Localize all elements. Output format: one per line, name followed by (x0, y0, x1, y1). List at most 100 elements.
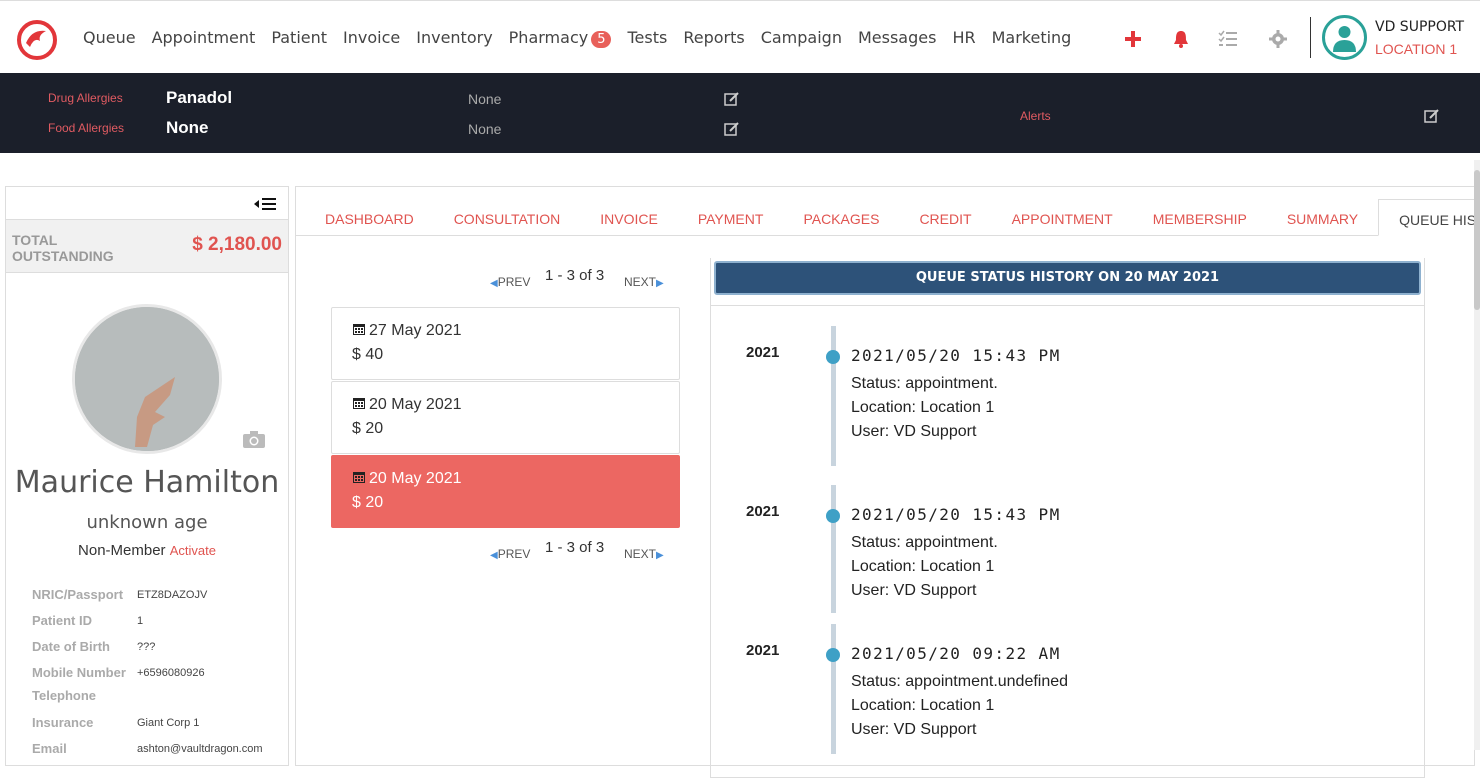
tab-dashboard[interactable]: DASHBOARD (296, 199, 434, 236)
caret-right-icon: ▶ (656, 550, 664, 561)
edit-icon[interactable] (724, 91, 740, 107)
nav-appointment[interactable]: Appointment (152, 28, 256, 48)
timeline-location: Location: Location 1 (851, 399, 995, 416)
main-nav: Queue Appointment Patient Invoice Invent… (83, 28, 1087, 48)
tab-payment[interactable]: PAYMENT (678, 199, 784, 236)
tab-invoice[interactable]: INVOICE (580, 199, 678, 236)
visit-date-text: 27 May 2021 (369, 322, 462, 339)
tab-queue-history[interactable]: QUEUE HISTORY (1378, 199, 1480, 236)
tab-credit[interactable]: CREDIT (899, 199, 991, 236)
nav-invoice[interactable]: Invoice (343, 28, 400, 48)
clinic-logo-icon[interactable] (16, 19, 58, 61)
calendar-icon (353, 324, 365, 335)
top-navbar: Queue Appointment Patient Invoice Invent… (0, 0, 1480, 73)
pager-range: 1 - 3 of 3 (545, 267, 605, 284)
nav-marketing[interactable]: Marketing (992, 28, 1072, 48)
visit-date-text: 20 May 2021 (369, 396, 462, 413)
caret-right-icon: ▶ (656, 278, 664, 289)
nav-tests[interactable]: Tests (627, 28, 667, 48)
allergy-bar: Drug Allergies Panadol None Food Allergi… (0, 73, 1480, 153)
user-name[interactable]: VD SUPPORT (1375, 19, 1464, 35)
nav-messages[interactable]: Messages (858, 28, 936, 48)
visit-entry-selected[interactable]: 20 May 2021 $ 20 (331, 455, 680, 528)
activate-link[interactable]: Activate (170, 543, 216, 558)
timeline-time: 2021/05/20 15:43 PM (851, 505, 1061, 524)
doctor-icon (1333, 26, 1356, 52)
gear-icon[interactable] (1268, 29, 1288, 49)
info-row: Telephone (32, 688, 282, 715)
queue-history-title: QUEUE STATUS HISTORY ON 20 MAY 2021 (714, 261, 1421, 295)
checklist-icon[interactable] (1218, 29, 1238, 49)
visit-entry[interactable]: 20 May 2021 $ 20 (331, 381, 680, 454)
membership-label: Non-Member (78, 542, 166, 559)
visit-date: 20 May 2021 (352, 470, 659, 488)
info-key: Insurance (32, 715, 94, 730)
user-location[interactable]: LOCATION 1 (1375, 41, 1457, 57)
timeline-line (831, 624, 836, 754)
info-value: +6596080926 (137, 667, 205, 679)
visit-entry[interactable]: 27 May 2021 $ 40 (331, 307, 680, 380)
visit-amount: $ 20 (352, 494, 384, 511)
nav-patient[interactable]: Patient (271, 28, 327, 48)
edit-icon[interactable] (1424, 108, 1440, 124)
timeline-status: Status: appointment. (851, 375, 998, 392)
nav-inventory[interactable]: Inventory (416, 28, 492, 48)
info-key: Patient ID (32, 613, 92, 628)
tab-appointment[interactable]: APPOINTMENT (992, 199, 1133, 236)
info-row: Email ashton@vaultdragon.com (32, 741, 282, 767)
timeline-status: Status: appointment.undefined (851, 673, 1069, 690)
timeline-time: 2021/05/20 09:22 AM (851, 644, 1061, 663)
main-panel: DASHBOARD CONSULTATION INVOICE PAYMENT P… (295, 186, 1480, 778)
tab-packages[interactable]: PACKAGES (783, 199, 899, 236)
prev-button[interactable]: ◀PREV (490, 275, 530, 289)
membership-status: Non-Member Activate (6, 542, 288, 559)
nav-reports[interactable]: Reports (683, 28, 744, 48)
nav-campaign[interactable]: Campaign (761, 28, 842, 48)
tab-summary[interactable]: SUMMARY (1267, 199, 1378, 236)
tab-consultation[interactable]: CONSULTATION (434, 199, 581, 236)
pager-range: 1 - 3 of 3 (545, 539, 605, 556)
scrollbar-thumb[interactable] (1474, 170, 1480, 310)
timeline-user: User: VD Support (851, 582, 977, 599)
next-button[interactable]: NEXT▶ (624, 547, 664, 561)
prev-button[interactable]: ◀PREV (490, 547, 530, 561)
divider (711, 305, 1424, 306)
collapse-menu-icon[interactable] (254, 197, 278, 211)
hand-photo-icon (75, 307, 219, 451)
timeline-line (831, 485, 836, 613)
visit-amount: $ 40 (352, 346, 384, 363)
patient-sidebar: TOTAL OUTSTANDING $ 2,180.00 Maurice Ham… (5, 186, 289, 766)
info-key: NRIC/Passport (32, 587, 124, 602)
user-avatar[interactable] (1322, 15, 1367, 60)
patient-photo (72, 304, 222, 454)
timeline-status: Status: appointment. (851, 534, 998, 551)
info-row: NRIC/Passport ETZ8DAZOJV (32, 587, 282, 613)
food-allergies-note: None (468, 121, 502, 137)
nav-pharmacy[interactable]: Pharmacy 5 (509, 28, 612, 48)
page-scrollbar[interactable] (1474, 160, 1480, 750)
tab-membership[interactable]: MEMBERSHIP (1133, 199, 1267, 236)
prev-label: PREV (497, 547, 531, 561)
next-button[interactable]: NEXT▶ (624, 275, 664, 289)
camera-icon[interactable] (242, 429, 266, 449)
nav-hr[interactable]: HR (952, 28, 975, 48)
info-value: ??? (137, 641, 156, 653)
info-value: ETZ8DAZOJV (137, 589, 208, 601)
alerts-label: Alerts (1020, 109, 1051, 123)
bell-icon[interactable] (1172, 29, 1190, 49)
patient-name: Maurice Hamilton (14, 465, 280, 500)
outstanding-value: $ 2,180.00 (192, 234, 282, 255)
info-value: ashton@vaultdragon.com (137, 743, 263, 755)
caret-left-icon: ◀ (490, 550, 498, 561)
food-allergies-label: Food Allergies (48, 121, 125, 135)
info-key: Email (32, 741, 67, 756)
info-key: Mobile Number (32, 665, 126, 680)
timeline-entry: 2021 2021/05/20 15:43 PM Status: appoint… (711, 326, 1411, 466)
plus-icon[interactable] (1124, 29, 1142, 49)
patient-age: unknown age (86, 512, 208, 533)
timeline-year: 2021 (746, 642, 780, 659)
nav-queue[interactable]: Queue (83, 28, 136, 48)
timeline-year: 2021 (746, 503, 780, 520)
visit-date: 27 May 2021 (352, 322, 659, 340)
edit-icon[interactable] (724, 121, 740, 137)
